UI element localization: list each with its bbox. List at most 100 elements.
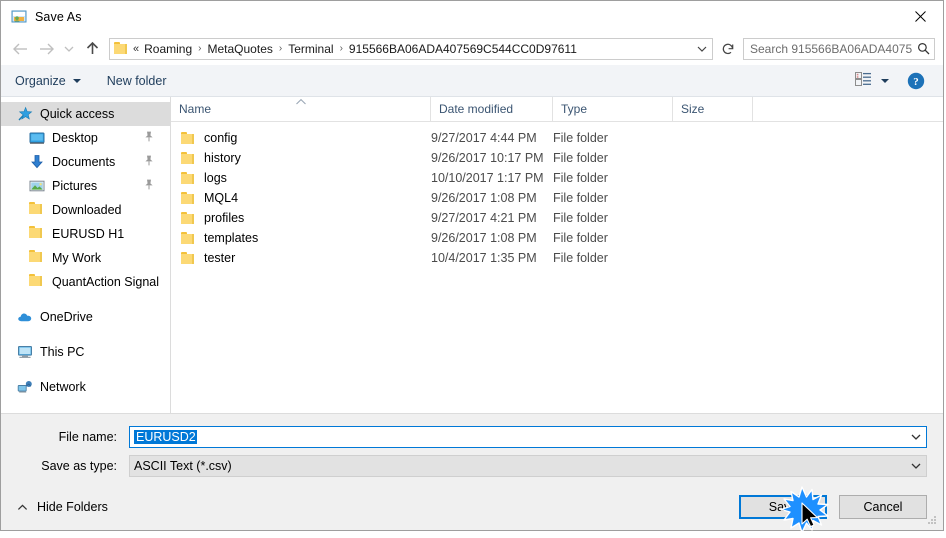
sidebar-divider [1,329,170,340]
sidebar-item-eurusd-h1[interactable]: EURUSD H1 [1,222,170,246]
sidebar-item-network[interactable]: Network [1,375,170,399]
breadcrumb-item-metaquotes[interactable]: MetaQuotes [206,42,275,56]
new-folder-button[interactable]: New folder [107,74,167,88]
table-row[interactable]: MQL4 9/26/2017 1:08 PM File folder [171,188,943,208]
sidebar-item-label: Desktop [52,131,98,145]
up-button[interactable] [79,36,105,62]
sidebar-item-quick-access[interactable]: Quick access [1,102,170,126]
breadcrumb-item-guid[interactable]: 915566BA06ADA407569C544CC0D97611 [347,42,579,56]
file-name: MQL4 [204,191,239,205]
folder-icon [181,252,196,264]
forward-button[interactable] [33,36,59,62]
sidebar-divider [1,364,170,375]
filetype-select[interactable]: ASCII Text (*.csv) [129,455,927,477]
column-header-name[interactable]: Name [171,97,431,121]
file-type: File folder [553,171,608,185]
file-date: 9/27/2017 4:21 PM [431,211,537,225]
organize-button[interactable]: Organize [15,74,81,88]
table-row[interactable]: tester 10/4/2017 1:35 PM File folder [171,248,943,268]
file-name-cell: templates [171,231,431,245]
table-row[interactable]: config 9/27/2017 4:44 PM File folder [171,128,943,148]
address-dropdown-button[interactable] [692,39,712,59]
filename-input[interactable]: EURUSD2 [129,426,927,448]
breadcrumb-overflow[interactable]: « [132,43,142,55]
breadcrumb-item-terminal[interactable]: Terminal [286,42,335,56]
refresh-button[interactable] [717,38,739,60]
back-button[interactable] [7,36,33,62]
dialog-body: Quick access Desktop Documents Pictures … [1,97,943,413]
breadcrumb-item-roaming[interactable]: Roaming [142,42,194,56]
sidebar-item-label: This PC [40,345,85,359]
folder-icon [181,172,196,184]
folder-icon [181,132,196,144]
sidebar-item-pictures[interactable]: Pictures [1,174,170,198]
documents-icon [29,154,45,170]
sidebar-item-label: Pictures [52,179,98,193]
sidebar-item-label: My Work [52,251,102,265]
file-name: profiles [204,211,245,225]
file-date: 10/10/2017 1:17 PM [431,171,544,185]
pin-icon[interactable] [144,179,154,193]
sidebar-item-this-pc[interactable]: This PC [1,340,170,364]
column-header-type[interactable]: Type [553,97,673,121]
file-type: File folder [553,211,608,225]
search-input[interactable]: Search 915566BA06ADA40756... [743,37,935,60]
help-button[interactable]: ? [907,72,925,90]
file-date: 9/26/2017 10:17 PM [431,151,544,165]
file-rows: config 9/27/2017 4:44 PM File folder his… [171,122,943,413]
resize-grip[interactable] [926,514,938,526]
save-as-icon [11,9,27,25]
navigation-pane: Quick access Desktop Documents Pictures … [1,97,171,413]
dialog-footer: Hide Folders Save Cancel [1,484,943,530]
file-name: config [204,131,238,145]
column-header-size[interactable]: Size [673,97,753,121]
table-row[interactable]: history 9/26/2017 10:17 PM File folder [171,148,943,168]
pin-icon[interactable] [144,155,154,169]
filename-row: File name: EURUSD2 [17,426,927,448]
folder-icon [29,274,45,290]
sidebar-item-documents[interactable]: Documents [1,150,170,174]
arrow-left-icon [12,43,27,54]
sidebar-item-label: Network [40,380,86,394]
sidebar-item-onedrive[interactable]: OneDrive [1,305,170,329]
address-bar[interactable]: « Roaming › MetaQuotes › Terminal › 9155… [109,37,713,60]
file-name-cell: config [171,131,431,145]
star-icon [17,106,33,122]
sidebar-item-my-work[interactable]: My Work [1,246,170,270]
cancel-button[interactable]: Cancel [839,495,927,519]
folder-icon [29,202,45,218]
column-header-date-modified[interactable]: Date modified [431,97,553,121]
pin-icon[interactable] [144,131,154,145]
file-name: logs [204,171,227,185]
filename-dropdown-button[interactable] [906,433,926,441]
filename-value-wrap: EURUSD2 [130,430,906,444]
close-button[interactable] [897,1,943,31]
sidebar-item-downloaded[interactable]: Downloaded [1,198,170,222]
column-header-label: Date modified [439,102,514,116]
filetype-value: ASCII Text (*.csv) [134,459,232,473]
view-options-button[interactable] [855,72,889,89]
file-name-cell: profiles [171,211,431,225]
recent-locations-button[interactable] [59,36,79,62]
table-row[interactable]: logs 10/10/2017 1:17 PM File folder [171,168,943,188]
table-row[interactable]: profiles 9/27/2017 4:21 PM File folder [171,208,943,228]
file-date: 9/26/2017 1:08 PM [431,231,537,245]
organize-label: Organize [15,73,66,88]
file-name: history [204,151,241,165]
hide-folders-button[interactable]: Hide Folders [17,500,108,514]
chevron-down-icon [911,463,921,469]
table-row[interactable]: templates 9/26/2017 1:08 PM File folder [171,228,943,248]
chevron-right-icon: › [278,43,283,54]
chevron-right-icon: › [339,43,343,54]
save-button[interactable]: Save [739,495,827,519]
filename-value: EURUSD2 [134,430,197,444]
breadcrumb: « Roaming › MetaQuotes › Terminal › 9155… [132,42,692,56]
window-title: Save As [35,9,82,24]
file-type: File folder [553,191,608,205]
caret-down-icon [881,78,889,83]
file-name: templates [204,231,259,245]
filetype-dropdown-button[interactable] [906,462,926,470]
sidebar-item-desktop[interactable]: Desktop [1,126,170,150]
command-bar: Organize New folder ? [1,65,943,97]
sidebar-item-quantaction-signal[interactable]: QuantAction Signal [1,270,170,294]
